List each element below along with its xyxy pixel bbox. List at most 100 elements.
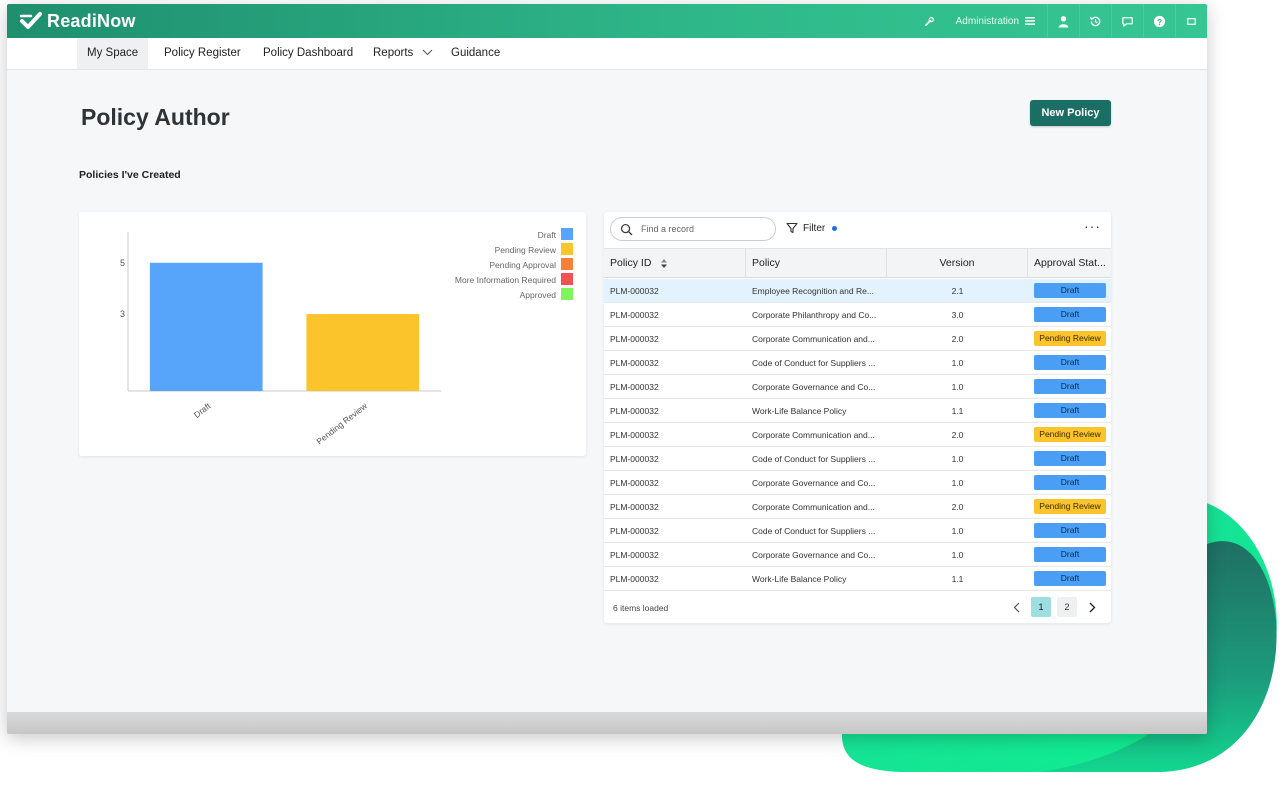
expand-icon[interactable] (1175, 4, 1207, 38)
legend-label: Pending Approval (489, 260, 556, 270)
menu-icon (1025, 17, 1035, 25)
table-row[interactable]: PLM-000032 Work-Life Balance Policy 1.1 Dra… (604, 567, 1111, 591)
cell-version: 1.0 (951, 381, 964, 392)
chat-icon[interactable] (1111, 4, 1143, 38)
cell-version: 1.1 (951, 573, 964, 584)
y-tick-label: 5 (120, 258, 125, 268)
cell-version: 2.1 (951, 285, 964, 296)
wrench-icon[interactable] (916, 4, 944, 38)
cell-policy: Work-Life Balance Policy (752, 573, 847, 584)
status-badge: Draft (1034, 355, 1106, 370)
cell-version: 3.0 (951, 309, 964, 320)
legend-label: More Information Required (455, 275, 556, 285)
status-badge: Pending Review (1034, 499, 1106, 514)
column-approval-status[interactable]: Approval Stat... (1028, 249, 1111, 278)
cell-policy: Code of Conduct for Suppliers ... (752, 453, 876, 464)
page-button-2[interactable]: 2 (1057, 597, 1077, 617)
cell-policy-id: PLM-000032 (610, 309, 659, 320)
cell-version: 1.0 (951, 477, 964, 488)
cell-policy: Corporate Philanthropy and Co... (752, 309, 877, 320)
cell-policy: Work-Life Balance Policy (752, 405, 847, 416)
filter-label: Filter (803, 222, 826, 234)
search-box[interactable] (610, 217, 776, 241)
nav-policy-register[interactable]: Policy Register (154, 38, 251, 69)
table-row[interactable]: PLM-000032 Employee Recognition and Re...… (604, 279, 1111, 303)
items-loaded-text: 6 items loaded (613, 603, 669, 613)
table-row[interactable]: PLM-000032 Code of Conduct for Suppliers … (604, 447, 1111, 471)
cell-policy-id: PLM-000032 (610, 429, 659, 440)
legend-swatch (561, 228, 573, 240)
cell-policy-id: PLM-000032 (610, 525, 659, 536)
cell-version: 1.1 (951, 405, 964, 416)
cell-policy-id: PLM-000032 (610, 357, 659, 368)
nav-guidance[interactable]: Guidance (441, 38, 510, 69)
filter-button[interactable]: Filter (786, 222, 838, 234)
cell-approval-status: Draft (1028, 403, 1111, 418)
sort-icon (661, 258, 668, 268)
more-options-icon[interactable]: ··· (1084, 218, 1101, 234)
legend-swatch (561, 288, 573, 300)
nav-reports[interactable]: Reports (363, 38, 443, 69)
chart-card: 3 5 Draft Pending Review Draft Pending Review… (79, 212, 586, 456)
logo[interactable]: ReadiNow (19, 10, 136, 32)
cell-policy-id: PLM-000032 (610, 405, 659, 416)
legend-label: Pending Review (495, 245, 557, 255)
history-icon[interactable] (1079, 4, 1111, 38)
cell-approval-status: Pending Review (1028, 427, 1111, 442)
section-title: Policies I've Created (79, 169, 181, 181)
table-row[interactable]: PLM-000032 Corporate Governance and Co...… (604, 375, 1111, 399)
check-logo-icon (19, 12, 42, 29)
legend-label: Draft (538, 230, 557, 240)
cell-version: 2.0 (951, 501, 964, 512)
cell-approval-status: Draft (1028, 571, 1111, 586)
svg-text:?: ? (1157, 16, 1162, 26)
table-row[interactable]: PLM-000032 Work-Life Balance Policy 1.1 Dra… (604, 399, 1111, 423)
status-badge: Pending Review (1034, 331, 1106, 346)
cell-policy-id: PLM-000032 (610, 573, 659, 584)
column-policy[interactable]: Policy (746, 249, 887, 278)
nav-policy-dashboard[interactable]: Policy Dashboard (253, 38, 363, 69)
cell-policy: Corporate Communication and... (752, 333, 875, 344)
new-policy-button[interactable]: New Policy (1030, 100, 1111, 126)
cell-policy: Corporate Governance and Co... (752, 549, 876, 560)
user-icon[interactable] (1047, 4, 1079, 38)
status-badge: Draft (1034, 523, 1106, 538)
table-row[interactable]: PLM-000032 Corporate Communication and...… (604, 327, 1111, 351)
chevron-right-icon[interactable] (1083, 597, 1101, 617)
cell-version: 1.0 (951, 453, 964, 464)
top-bar: ReadiNow Administration ? (7, 4, 1207, 38)
help-icon[interactable]: ? (1143, 4, 1175, 38)
table-footer: 6 items loaded 1 2 (604, 592, 1111, 623)
cell-policy: Code of Conduct for Suppliers ... (752, 525, 876, 536)
table-row[interactable]: PLM-000032 Corporate Governance and Co...… (604, 471, 1111, 495)
table-row[interactable]: PLM-000032 Corporate Philanthropy and Co.… (604, 303, 1111, 327)
bar-chart: 3 5 Draft Pending Review Draft Pending Review… (120, 228, 573, 446)
cell-approval-status: Draft (1028, 523, 1111, 538)
bar (149, 262, 263, 391)
table-row[interactable]: PLM-000032 Corporate Communication and...… (604, 423, 1111, 447)
table-row[interactable]: PLM-000032 Corporate Governance and Co...… (604, 543, 1111, 567)
main-nav: My Space Policy Register Policy Dashboar… (7, 38, 1207, 70)
cell-approval-status: Draft (1028, 355, 1111, 370)
cell-version: 2.0 (951, 333, 964, 344)
cell-policy-id: PLM-000032 (610, 477, 659, 488)
administration-menu[interactable]: Administration (944, 4, 1047, 38)
table-row[interactable]: PLM-000032 Code of Conduct for Suppliers … (604, 519, 1111, 543)
legend-label: Approved (520, 290, 557, 300)
search-input[interactable] (641, 221, 769, 237)
table-row[interactable]: PLM-000032 Code of Conduct for Suppliers … (604, 351, 1111, 375)
table-row[interactable]: PLM-000032 Corporate Communication and...… (604, 495, 1111, 519)
cell-policy: Corporate Governance and Co... (752, 477, 876, 488)
page-button-1[interactable]: 1 (1031, 597, 1051, 617)
app-window: ReadiNow Administration ? My Space Polic… (7, 4, 1207, 734)
nav-my-space[interactable]: My Space (77, 38, 149, 69)
chevron-left-icon[interactable] (1007, 597, 1025, 617)
cell-policy-id: PLM-000032 (610, 381, 659, 392)
column-version[interactable]: Version (887, 249, 1028, 278)
cell-policy-id: PLM-000032 (610, 453, 659, 464)
cell-policy: Employee Recognition and Re... (752, 285, 874, 296)
cell-policy: Code of Conduct for Suppliers ... (752, 357, 876, 368)
cell-approval-status: Pending Review (1028, 331, 1111, 346)
bar (306, 314, 420, 391)
column-policy-id[interactable]: Policy ID (604, 249, 746, 278)
